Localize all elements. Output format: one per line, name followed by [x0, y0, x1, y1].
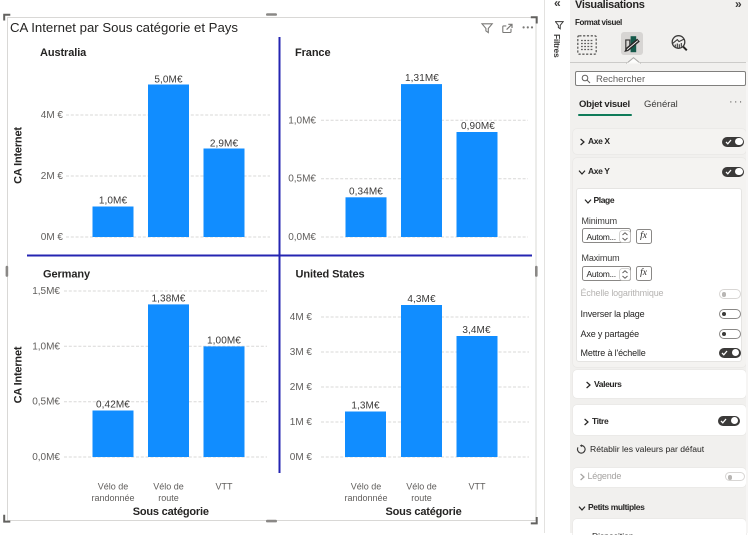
svg-text:1,3M€: 1,3M€ [351, 401, 380, 412]
svg-text:5,0M€: 5,0M€ [154, 75, 183, 86]
svg-text:0M €: 0M € [290, 452, 313, 463]
svg-text:4,3M€: 4,3M€ [407, 294, 436, 305]
svg-text:Vélo de: Vélo de [351, 482, 382, 492]
svg-text:1,00M€: 1,00M€ [207, 335, 241, 346]
svg-text:1,31M€: 1,31M€ [405, 73, 439, 84]
svg-text:1,38M€: 1,38M€ [152, 293, 186, 304]
svg-text:VTT: VTT [216, 482, 234, 492]
svg-text:0,0M€: 0,0M€ [288, 232, 316, 243]
svg-text:Germany: Germany [43, 269, 91, 281]
svg-text:0,42M€: 0,42M€ [96, 400, 130, 411]
svg-text:1M €: 1M € [290, 417, 313, 428]
svg-text:4M €: 4M € [290, 312, 313, 323]
svg-text:1,0M€: 1,0M€ [288, 115, 316, 126]
svg-text:randonnée: randonnée [91, 493, 134, 503]
svg-text:3M €: 3M € [290, 347, 313, 358]
svg-text:CA Internet: CA Internet [13, 127, 25, 184]
svg-text:2M €: 2M € [41, 171, 64, 182]
svg-text:0,0M€: 0,0M€ [32, 452, 60, 463]
svg-text:Sous catégorie: Sous catégorie [385, 506, 461, 518]
svg-text:Australia: Australia [40, 47, 87, 59]
svg-text:Sous catégorie: Sous catégorie [133, 506, 209, 518]
svg-text:France: France [295, 47, 330, 59]
svg-text:4M €: 4M € [41, 110, 64, 121]
svg-text:Vélo de: Vélo de [98, 482, 129, 492]
svg-text:CA Internet par Sous catégorie: CA Internet par Sous catégorie et Pays [10, 20, 238, 35]
svg-text:VTT: VTT [469, 482, 487, 492]
svg-text:1,0M€: 1,0M€ [32, 341, 60, 352]
svg-text:Vélo de: Vélo de [406, 482, 437, 492]
svg-text:1,0M€: 1,0M€ [99, 196, 128, 207]
svg-text:1,5M€: 1,5M€ [32, 286, 60, 297]
svg-text:route: route [411, 493, 432, 503]
svg-text:0,90M€: 0,90M€ [461, 121, 495, 132]
svg-text:0M €: 0M € [41, 232, 64, 243]
svg-text:0,5M€: 0,5M€ [288, 174, 316, 185]
svg-text:United States: United States [296, 269, 365, 281]
svg-text:0,5M€: 0,5M€ [32, 397, 60, 408]
svg-text:2M €: 2M € [290, 382, 313, 393]
svg-text:route: route [158, 493, 179, 503]
svg-text:randonnée: randonnée [344, 493, 387, 503]
svg-text:3,4M€: 3,4M€ [462, 325, 491, 336]
svg-text:0,34M€: 0,34M€ [349, 186, 383, 197]
svg-text:2,9M€: 2,9M€ [210, 139, 239, 150]
svg-text:Vélo de: Vélo de [153, 482, 184, 492]
svg-text:CA Internet: CA Internet [13, 346, 25, 403]
